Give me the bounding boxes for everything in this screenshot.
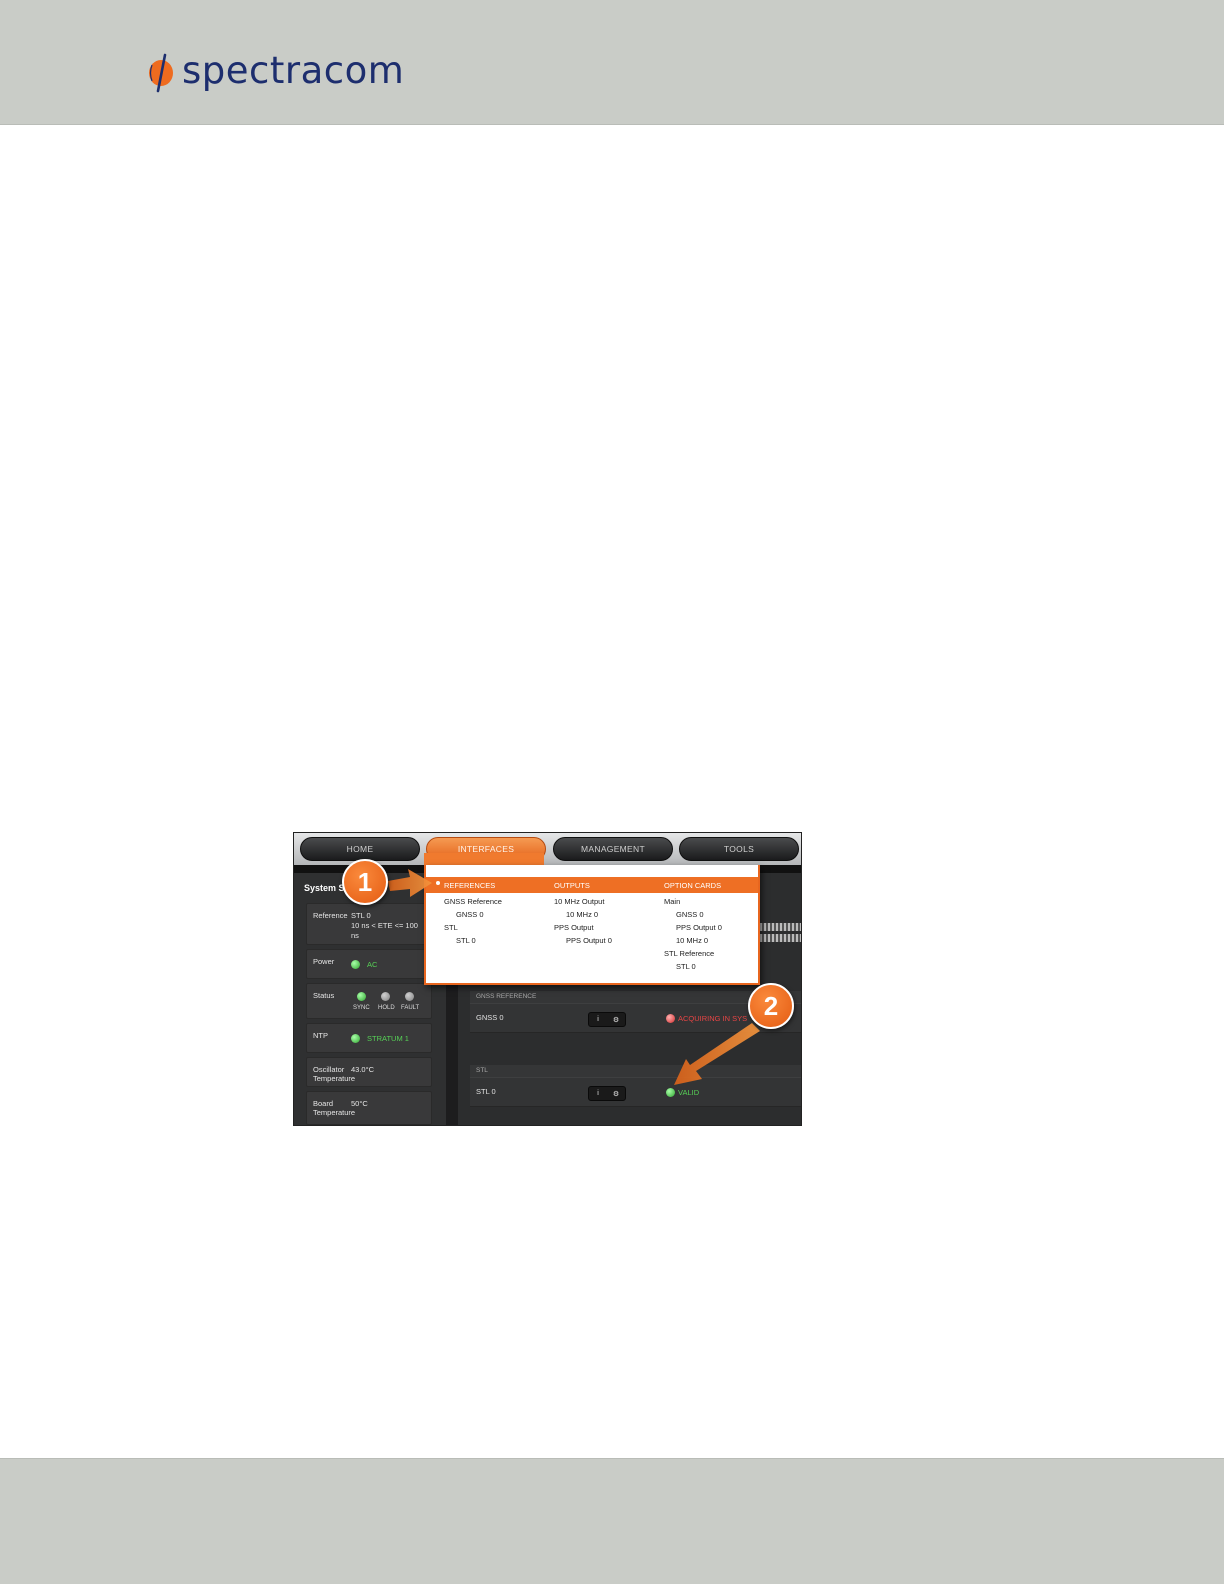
page-header: spectracom xyxy=(0,0,1224,125)
interfaces-menu-screenshot: HOME INTERFACES MANAGEMENT TOOLS System … xyxy=(293,832,802,1126)
spectracom-logo-mark-icon xyxy=(146,51,178,95)
logo-wordmark: spectracom xyxy=(182,48,405,92)
spectracom-logo: spectracom xyxy=(146,48,404,98)
callout-1-badge: 1 xyxy=(342,859,388,905)
page-footer xyxy=(0,1458,1224,1584)
arrow-1-icon xyxy=(388,869,432,897)
callout-2-badge: 2 xyxy=(748,983,794,1029)
arrow-2-icon xyxy=(674,1023,760,1085)
